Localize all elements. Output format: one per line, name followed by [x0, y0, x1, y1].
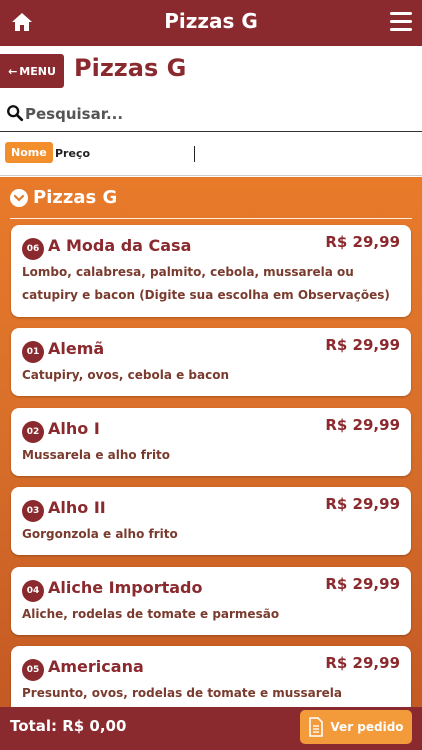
sort-bar: Nome Preço [0, 132, 422, 176]
product-name: Alemã [48, 339, 105, 358]
page-title: Pizzas G [74, 54, 187, 82]
product-card[interactable]: 05 Americana R$ 29,99 Presunto, ovos, ro… [11, 646, 411, 707]
search-input[interactable] [25, 102, 415, 126]
back-to-menu-button[interactable]: ← MENU [0, 54, 64, 88]
product-description: Mussarela e alho frito [22, 448, 171, 462]
sort-by-name-button[interactable]: Nome [5, 142, 53, 163]
product-price: R$ 29,99 [325, 654, 400, 672]
product-price: R$ 29,99 [325, 336, 400, 354]
product-number-badge: 03 [22, 500, 44, 522]
search-bar [0, 98, 422, 132]
product-price: R$ 29,99 [325, 575, 400, 593]
product-description: Aliche, rodelas de tomate e parmesão [22, 607, 280, 621]
product-description: Lombo, calabresa, palmito, cebola, mussa… [22, 265, 390, 302]
product-price: R$ 29,99 [325, 495, 400, 513]
product-card[interactable]: 03 Alho II R$ 29,99 Gorgonzola e alho fr… [11, 487, 411, 555]
app-title: Pizzas G [164, 9, 258, 33]
product-number-badge: 01 [22, 341, 44, 363]
order-total: Total: R$ 0,00 [10, 717, 127, 735]
arrow-left-icon: ← [8, 64, 18, 78]
product-price: R$ 29,99 [325, 233, 400, 251]
view-order-button[interactable]: Ver pedido [300, 710, 412, 744]
view-order-label: Ver pedido [330, 720, 404, 734]
text-cursor [194, 146, 195, 162]
product-card[interactable]: 02 Alho I R$ 29,99 Mussarela e alho frit… [11, 408, 411, 476]
product-name: Alho II [48, 498, 106, 517]
product-number-badge: 04 [22, 580, 44, 602]
product-list: Pizzas G 06 A Moda da Casa R$ 29,99 Lomb… [0, 177, 422, 707]
section-header[interactable]: Pizzas G [10, 187, 117, 208]
product-card[interactable]: 06 A Moda da Casa R$ 29,99 Lombo, calabr… [11, 225, 411, 317]
product-name: Alho I [48, 419, 100, 438]
menu-button-label: MENU [19, 64, 56, 78]
product-number-badge: 02 [22, 421, 44, 443]
sort-by-price-button[interactable]: Preço [55, 147, 90, 160]
product-name: Aliche Importado [48, 578, 203, 597]
hamburger-menu-icon[interactable] [390, 12, 412, 32]
product-price: R$ 29,99 [325, 416, 400, 434]
product-name: A Moda da Casa [48, 236, 192, 255]
subheader: ← MENU Pizzas G [0, 46, 422, 90]
footer-bar: Total: R$ 0,00 Ver pedido [0, 707, 422, 750]
product-description: Presunto, ovos, rodelas de tomate e muss… [22, 686, 342, 700]
product-number-badge: 05 [22, 659, 44, 681]
section-divider [10, 218, 412, 219]
document-icon [309, 717, 324, 737]
product-description: Catupiry, ovos, cebola e bacon [22, 368, 229, 382]
chevron-down-icon [10, 188, 28, 207]
product-name: Americana [48, 657, 144, 676]
product-number-badge: 06 [22, 238, 44, 260]
section-title: Pizzas G [33, 187, 118, 208]
top-bar: Pizzas G [0, 0, 422, 46]
product-card[interactable]: 01 Alemã R$ 29,99 Catupiry, ovos, cebola… [11, 328, 411, 396]
product-card[interactable]: 04 Aliche Importado R$ 29,99 Aliche, rod… [11, 567, 411, 635]
product-description: Gorgonzola e alho frito [22, 527, 178, 541]
search-icon [7, 105, 24, 122]
